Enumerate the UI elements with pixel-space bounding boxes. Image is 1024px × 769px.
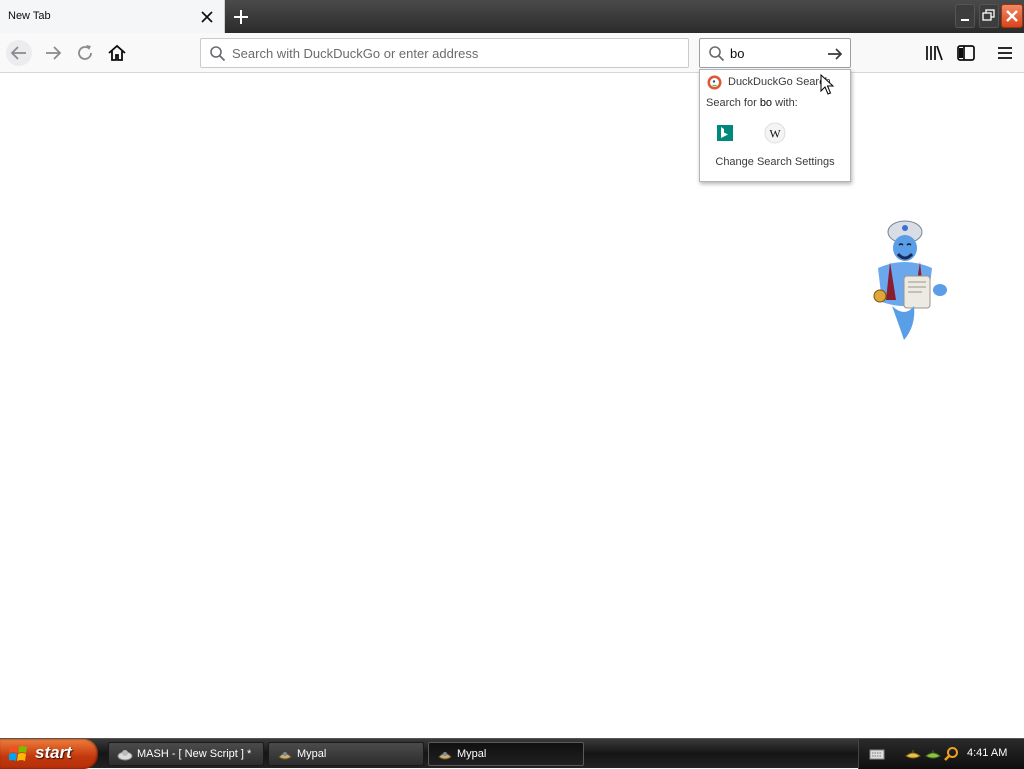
start-label: start: [35, 743, 72, 762]
taskbar-item-mypal[interactable]: Mypal: [268, 742, 424, 766]
search-for-prefix: Search for: [706, 97, 760, 109]
reload-button[interactable]: [72, 40, 98, 66]
tab-strip: New Tab: [0, 0, 1024, 33]
keyboard-icon[interactable]: [869, 746, 885, 762]
search-for-label: Search for bo with:: [706, 97, 798, 109]
taskbar-item-label: Mypal: [297, 748, 327, 760]
tab-new-tab[interactable]: New Tab: [0, 0, 225, 33]
mouse-cursor-icon: [820, 74, 834, 95]
search-icon: [210, 46, 226, 62]
restore-button[interactable]: [979, 4, 999, 28]
duckduckgo-icon: [707, 75, 722, 90]
genie-lamp-icon[interactable]: [925, 746, 941, 762]
taskbar-clock[interactable]: 4:41 AM: [967, 747, 1007, 759]
system-tray: 4:41 AM: [858, 739, 1024, 769]
mypal-icon: [278, 752, 292, 760]
genie-agent-character[interactable]: [856, 218, 952, 346]
search-input[interactable]: [730, 44, 815, 63]
go-arrow-icon[interactable]: [825, 44, 845, 64]
search-bar[interactable]: [699, 38, 851, 68]
duckduckgo-search-label: DuckDuckGo Search: [728, 76, 831, 88]
close-icon: [1006, 10, 1018, 22]
sidebar-button[interactable]: [955, 42, 977, 64]
bing-icon[interactable]: [712, 120, 738, 146]
tab-title: New Tab: [8, 10, 51, 22]
home-button[interactable]: [104, 40, 130, 66]
back-button[interactable]: [6, 40, 32, 66]
genie-lamp-icon[interactable]: [905, 746, 921, 762]
search-for-query: bo: [759, 97, 773, 109]
mypal-icon: [438, 752, 452, 760]
close-tab-icon[interactable]: [199, 9, 215, 25]
start-button[interactable]: start: [0, 739, 98, 769]
wikipedia-icon[interactable]: W: [762, 120, 788, 146]
search-icon: [709, 46, 725, 62]
address-input[interactable]: [232, 43, 672, 63]
hamburger-menu-icon[interactable]: [994, 42, 1016, 64]
minimize-button[interactable]: [955, 4, 975, 28]
taskbar-item-label: MASH - [ New Script ] *: [137, 748, 252, 760]
search-for-suffix: with:: [772, 97, 798, 109]
svg-text:W: W: [769, 127, 781, 141]
forward-button[interactable]: [40, 40, 66, 66]
close-window-button[interactable]: [1001, 4, 1023, 28]
windows-logo-icon: [9, 746, 27, 761]
taskbar-item-mypal-active[interactable]: Mypal: [428, 742, 584, 766]
new-tab-button[interactable]: [230, 6, 252, 28]
taskbar-item-label: Mypal: [457, 748, 487, 760]
navigation-toolbar: [0, 33, 1024, 73]
address-bar[interactable]: [200, 38, 689, 68]
windows-taskbar: start MASH - [ New Script ] * Mypal Mypa…: [0, 738, 1024, 769]
magnifier-icon[interactable]: [943, 746, 959, 762]
mash-icon: [117, 750, 133, 761]
change-search-settings-button[interactable]: Change Search Settings: [700, 156, 850, 168]
library-button[interactable]: [923, 42, 945, 64]
taskbar-item-mash[interactable]: MASH - [ New Script ] *: [108, 742, 264, 766]
